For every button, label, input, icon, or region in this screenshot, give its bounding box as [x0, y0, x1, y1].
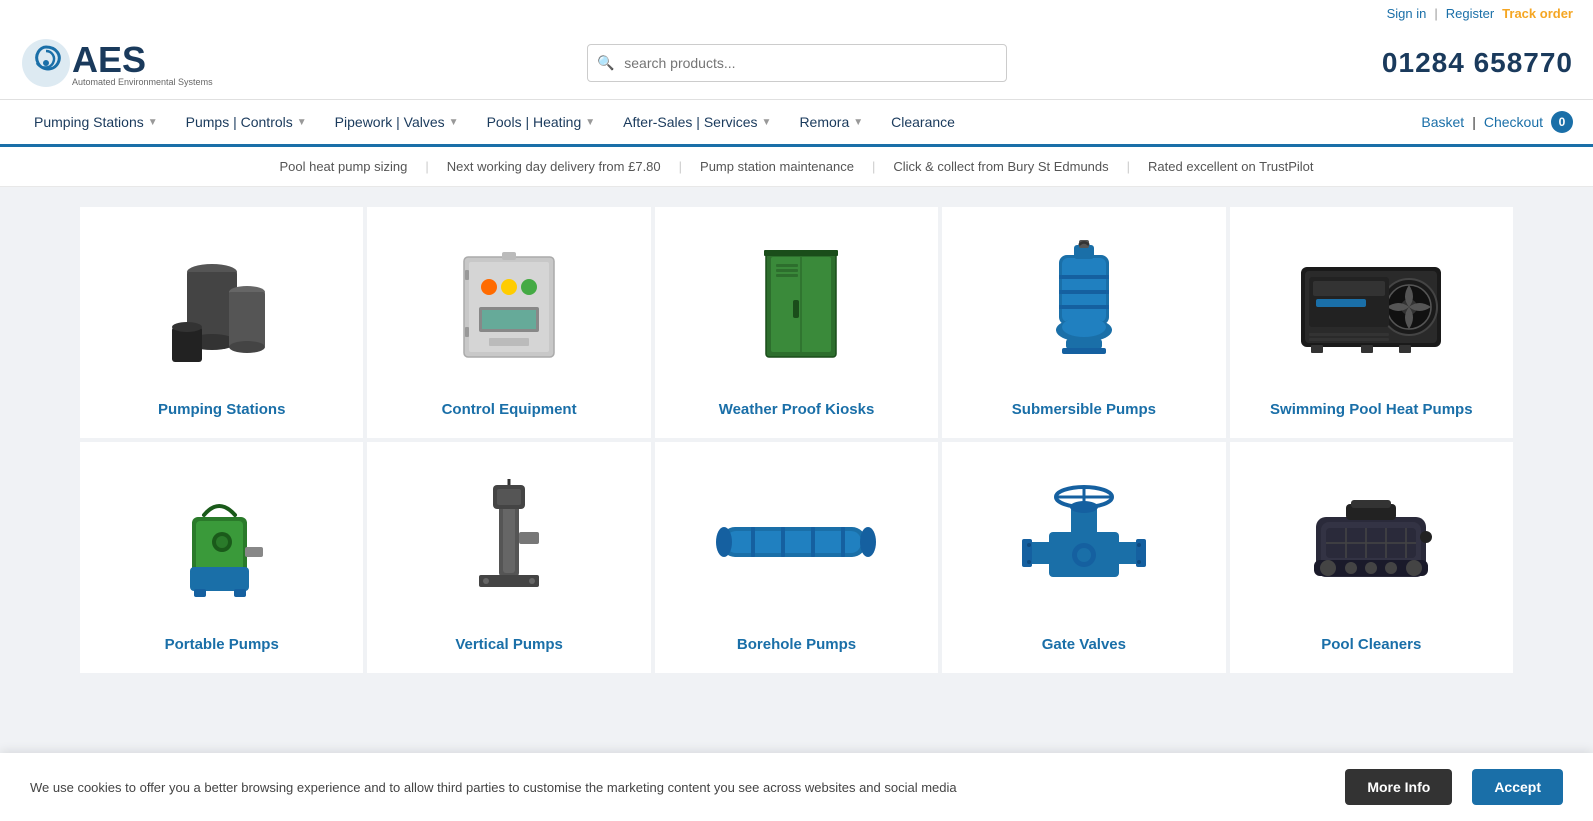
product-card-control-equipment[interactable]: Control Equipment [367, 207, 650, 438]
register-link[interactable]: Register [1446, 6, 1494, 21]
nav-item-aftersales-services[interactable]: After-Sales | Services ▼ [609, 100, 785, 144]
info-bar: Pool heat pump sizing | Next working day… [0, 147, 1593, 187]
info-item-2[interactable]: Next working day delivery from £7.80 [429, 159, 679, 174]
product-card-pool-cleaners[interactable]: Pool Cleaners [1230, 442, 1513, 673]
product-image-control-equipment [429, 237, 589, 377]
top-bar: Sign in | Register Track order [0, 0, 1593, 27]
product-card-weather-proof-kiosks[interactable]: Weather Proof Kiosks [655, 207, 938, 438]
nav-item-pumping-stations[interactable]: Pumping Stations ▼ [20, 100, 172, 144]
product-image-pool-cleaners [1291, 472, 1451, 612]
nav-item-pipework-valves[interactable]: Pipework | Valves ▼ [321, 100, 473, 144]
product-label-submersible-pumps: Submersible Pumps [1012, 401, 1156, 418]
product-image-submersible-pumps [1004, 237, 1164, 377]
chevron-down-icon: ▼ [297, 117, 307, 128]
chevron-down-icon: ▼ [148, 117, 158, 128]
product-card-submersible-pumps[interactable]: Submersible Pumps [942, 207, 1225, 438]
info-item-4[interactable]: Click & collect from Bury St Edmunds [875, 159, 1126, 174]
product-label-portable-pumps: Portable Pumps [165, 636, 279, 653]
nav-item-clearance[interactable]: Clearance [877, 100, 969, 144]
phone-number: 01284 658770 [1382, 47, 1573, 79]
more-info-button[interactable]: More Info [1345, 769, 1452, 805]
products-section: Pumping Stations [0, 187, 1593, 693]
product-card-pumping-stations[interactable]: Pumping Stations [80, 207, 363, 438]
product-image-weather-proof-kiosks [716, 237, 876, 377]
logo-area[interactable]: AES Automated Environmental Systems [20, 37, 213, 89]
nav-item-remora[interactable]: Remora ▼ [785, 100, 877, 144]
product-image-gate-valves [1004, 472, 1164, 612]
product-image-pumping-stations [142, 237, 302, 377]
chevron-down-icon: ▼ [762, 117, 772, 128]
checkout-link[interactable]: Checkout [1484, 114, 1543, 130]
aes-logo-icon [20, 37, 72, 89]
product-label-weather-proof-kiosks: Weather Proof Kiosks [719, 401, 875, 418]
cart-count-badge[interactable]: 0 [1551, 111, 1573, 133]
signin-link[interactable]: Sign in [1387, 6, 1427, 21]
product-label-gate-valves: Gate Valves [1042, 636, 1126, 653]
product-image-borehole-pumps [716, 472, 876, 612]
nav-right: Basket | Checkout 0 [1421, 111, 1573, 133]
product-card-gate-valves[interactable]: Gate Valves [942, 442, 1225, 673]
search-icon: 🔍 [597, 55, 614, 72]
product-image-swimming-pool-heat-pumps [1291, 237, 1451, 377]
search-bar: 🔍 [587, 44, 1007, 82]
top-bar-sep1: | [1434, 6, 1437, 21]
info-item-5[interactable]: Rated excellent on TrustPilot [1130, 159, 1331, 174]
product-card-borehole-pumps[interactable]: Borehole Pumps [655, 442, 938, 673]
product-card-vertical-pumps[interactable]: Vertical Pumps [367, 442, 650, 673]
nav-item-pools-heating[interactable]: Pools | Heating ▼ [473, 100, 610, 144]
product-card-swimming-pool-heat-pumps[interactable]: Swimming Pool Heat Pumps [1230, 207, 1513, 438]
logo-text: AES [72, 39, 146, 80]
accept-button[interactable]: Accept [1472, 769, 1563, 805]
product-label-pool-cleaners: Pool Cleaners [1321, 636, 1421, 653]
track-order-link[interactable]: Track order [1502, 6, 1573, 21]
chevron-down-icon: ▼ [853, 117, 863, 128]
product-card-portable-pumps[interactable]: Portable Pumps [80, 442, 363, 673]
basket-link[interactable]: Basket [1421, 114, 1464, 130]
cookie-bar: We use cookies to offer you a better bro… [0, 753, 1593, 821]
info-item-3[interactable]: Pump station maintenance [682, 159, 872, 174]
cookie-text: We use cookies to offer you a better bro… [30, 780, 1325, 795]
logo-subtitle: Automated Environmental Systems [72, 77, 213, 87]
product-image-portable-pumps [142, 472, 302, 612]
search-input[interactable] [587, 44, 1007, 82]
main-nav: Pumping Stations ▼ Pumps | Controls ▼ Pi… [0, 100, 1593, 147]
info-item-1[interactable]: Pool heat pump sizing [261, 159, 425, 174]
header: AES Automated Environmental Systems 🔍 01… [0, 27, 1593, 100]
product-grid-row2: Portable Pumps [80, 442, 1513, 673]
product-label-swimming-pool-heat-pumps: Swimming Pool Heat Pumps [1270, 401, 1473, 418]
product-image-vertical-pumps [429, 472, 589, 612]
chevron-down-icon: ▼ [585, 117, 595, 128]
product-label-pumping-stations: Pumping Stations [158, 401, 286, 418]
nav-item-pumps-controls[interactable]: Pumps | Controls ▼ [172, 100, 321, 144]
product-label-vertical-pumps: Vertical Pumps [455, 636, 563, 653]
product-label-control-equipment: Control Equipment [442, 401, 577, 418]
product-label-borehole-pumps: Borehole Pumps [737, 636, 856, 653]
chevron-down-icon: ▼ [449, 117, 459, 128]
product-grid-row1: Pumping Stations [80, 207, 1513, 438]
